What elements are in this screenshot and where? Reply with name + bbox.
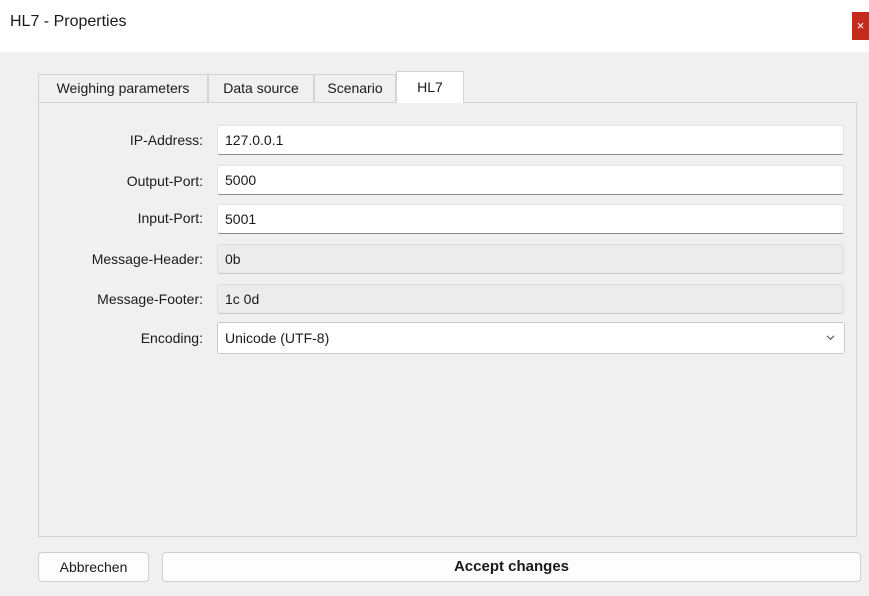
encoding-select[interactable]: Unicode (UTF-8) — [217, 322, 845, 354]
message-footer-label: Message-Footer: — [97, 291, 203, 307]
input-port-field[interactable]: 5001 — [217, 204, 844, 234]
cancel-button-label: Abbrechen — [59, 559, 128, 575]
chevron-down-icon — [826, 335, 835, 341]
accept-button-label: Accept changes — [453, 558, 570, 575]
tab-label: HL7 — [417, 79, 443, 95]
tab-data-source[interactable]: Data source — [208, 74, 314, 102]
tab-label: Weighing parameters — [56, 80, 190, 96]
accept-changes-button[interactable]: Accept changes — [162, 552, 861, 582]
close-button[interactable]: × — [852, 12, 869, 40]
close-icon: × — [856, 18, 865, 33]
message-header-field[interactable]: 0b — [217, 244, 844, 274]
encoding-label: Encoding: — [140, 330, 203, 346]
message-header-label: Message-Header: — [91, 251, 203, 267]
tab-weighing-parameters[interactable]: Weighing parameters — [38, 74, 208, 102]
input-port-label: Input-Port: — [137, 210, 203, 226]
output-port-label: Output-Port: — [126, 173, 203, 189]
properties-dialog: HL7 - Properties × Weighing parameters D… — [0, 0, 869, 596]
ip-address-label: IP-Address: — [129, 132, 203, 148]
tab-label: Scenario — [327, 80, 383, 96]
tab-label: Data source — [223, 80, 299, 96]
tab-scenario[interactable]: Scenario — [314, 74, 396, 102]
window-title: HL7 - Properties — [10, 13, 127, 30]
ip-address-field[interactable]: 127.0.0.1 — [217, 125, 844, 155]
title-bar: HL7 - Properties × — [0, 0, 869, 52]
cancel-button[interactable]: Abbrechen — [38, 552, 149, 582]
output-port-field[interactable]: 5000 — [217, 165, 844, 195]
message-footer-field[interactable]: 1c 0d — [217, 284, 844, 314]
tab-hl7[interactable]: HL7 — [396, 71, 464, 103]
encoding-value: Unicode (UTF-8) — [225, 330, 330, 346]
